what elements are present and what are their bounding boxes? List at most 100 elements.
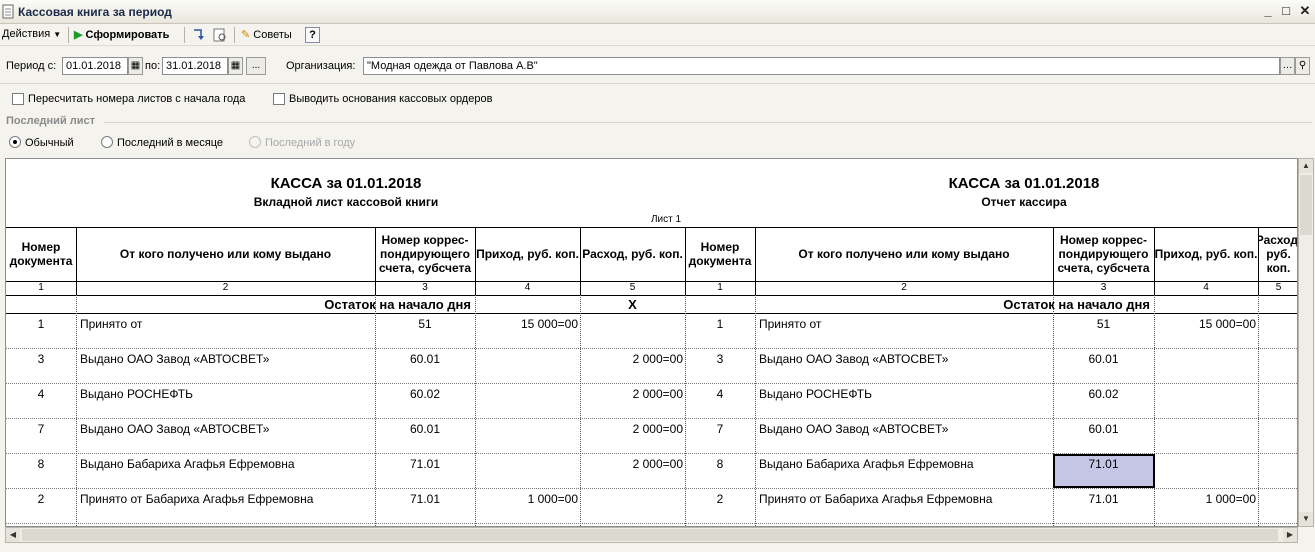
organization-select-button[interactable]: … xyxy=(1280,57,1295,75)
period-select-button[interactable]: ... xyxy=(246,57,266,75)
right-header-2: От кого получено или кому выдано xyxy=(798,247,1010,261)
left-row-doc: 1 xyxy=(37,317,45,331)
right-row-doc: 2 xyxy=(716,492,724,506)
period-to-input[interactable]: 31.01.2018 xyxy=(162,57,228,75)
play-icon: ▶ xyxy=(74,29,83,41)
left-row-doc: 7 xyxy=(37,422,45,436)
grid-line xyxy=(6,418,1297,419)
report-spreadsheet[interactable]: КАССА за 01.01.2018 Вкладной лист кассов… xyxy=(5,158,1298,527)
horizontal-scrollbar[interactable]: ◀ ▶ xyxy=(5,527,1298,543)
right-row-doc: 3 xyxy=(716,352,724,366)
left-colnum-5: 5 xyxy=(629,282,636,293)
grid-line xyxy=(580,295,581,526)
window-title: Кассовая книга за период xyxy=(18,5,172,19)
left-colnum-4: 4 xyxy=(524,282,531,293)
left-row-who: Выдано ОАО Завод «АВТОСВЕТ» xyxy=(80,422,270,436)
grid-line xyxy=(6,348,1297,349)
report-grid: Номер документа 1 От кого получено или ком… xyxy=(6,159,1298,526)
chevron-down-icon: ▼ xyxy=(53,30,62,39)
radio-last-month[interactable] xyxy=(101,136,113,148)
left-header-3: Номер коррес-пондирующего счета, субсчет… xyxy=(378,233,472,275)
left-header-5: Расход, руб. коп. xyxy=(582,247,683,261)
refresh-icon[interactable] xyxy=(191,27,207,43)
left-opening-label: Остаток на начало дня xyxy=(324,297,471,312)
grid-line xyxy=(6,295,1297,296)
scroll-thumb[interactable] xyxy=(22,529,1278,541)
right-colnum-4: 4 xyxy=(1203,282,1209,293)
left-row-out: 2 000=00 xyxy=(632,422,683,436)
window-titlebar: Кассовая книга за период _ □ ✕ xyxy=(0,0,1315,24)
radio-last-month-label: Последний в месяце xyxy=(117,137,223,149)
period-from-input[interactable]: 01.01.2018 xyxy=(62,57,128,75)
lightbulb-icon: ✎ xyxy=(241,29,251,41)
selected-cell-value: 71.01 xyxy=(1088,457,1119,471)
right-row-doc: 1 xyxy=(716,317,724,331)
document-icon xyxy=(2,4,14,19)
scroll-thumb[interactable] xyxy=(1300,175,1312,235)
left-row-out: 2 000=00 xyxy=(632,457,683,471)
radio-last-year-label: Последний в году xyxy=(265,137,356,149)
right-colnum-5: 5 xyxy=(1275,282,1282,293)
left-row-acc: 71.01 xyxy=(409,492,441,506)
organization-input[interactable]: "Модная одежда от Павлова А.В" xyxy=(363,57,1280,75)
right-row-in: 15 000=00 xyxy=(1198,317,1256,331)
right-header-5: Расход, руб. коп. xyxy=(1258,233,1298,275)
scroll-left-icon[interactable]: ◀ xyxy=(6,528,20,542)
vertical-scrollbar[interactable]: ▲ ▼ xyxy=(1298,158,1314,527)
organization-label: Организация: xyxy=(286,60,356,72)
grid-line xyxy=(76,295,77,526)
left-row-who: Выдано ОАО Завод «АВТОСВЕТ» xyxy=(80,352,270,366)
toolbar: Действия ▼ ▶ Сформировать ✎ Советы ? xyxy=(0,24,1315,46)
left-row-acc: 51 xyxy=(418,317,432,331)
print-preview-icon[interactable] xyxy=(212,27,228,43)
generate-button[interactable]: ▶ Сформировать xyxy=(74,28,169,41)
scroll-right-icon[interactable]: ▶ xyxy=(1283,528,1297,542)
left-colnum-3: 3 xyxy=(422,282,428,293)
right-row-acc: 51 xyxy=(1096,317,1111,331)
left-row-out: 2 000=00 xyxy=(632,352,683,366)
basis-label: Выводить основания кассовых ордеров xyxy=(289,93,493,105)
grid-line xyxy=(1258,295,1259,526)
search-icon[interactable]: ⚲ xyxy=(1295,57,1310,75)
recalc-label: Пересчитать номера листов с начала года xyxy=(28,93,246,105)
minimize-button[interactable]: _ xyxy=(1259,3,1277,19)
right-row-who: Принято от xyxy=(759,317,822,331)
left-header-1: Номер документа xyxy=(9,240,73,268)
grid-line xyxy=(6,488,1297,489)
help-button[interactable]: ? xyxy=(305,27,320,43)
calendar-icon[interactable]: ▦ xyxy=(228,57,243,75)
radio-normal[interactable] xyxy=(9,136,21,148)
right-row-who: Выдано Бабариха Агафья Ефремовна xyxy=(759,457,974,471)
toolbar-separator xyxy=(68,27,69,43)
left-row-doc: 3 xyxy=(37,352,45,366)
left-row-who: Выдано РОСНЕФТЬ xyxy=(80,387,194,401)
recalc-checkbox[interactable] xyxy=(12,93,24,105)
calendar-icon[interactable]: ▦ xyxy=(128,57,143,75)
left-opening-x: X xyxy=(628,297,637,312)
scroll-up-icon[interactable]: ▲ xyxy=(1299,159,1313,173)
basis-checkbox[interactable] xyxy=(273,93,285,105)
right-opening-label: Остаток на начало дня xyxy=(1003,297,1150,312)
close-button[interactable]: ✕ xyxy=(1296,3,1314,19)
last-sheet-label: Последний лист xyxy=(6,115,96,127)
left-row-acc: 60.01 xyxy=(409,422,441,436)
right-colnum-3: 3 xyxy=(1100,282,1107,293)
maximize-button[interactable]: □ xyxy=(1277,3,1295,19)
scroll-down-icon[interactable]: ▼ xyxy=(1299,512,1313,526)
grid-line xyxy=(755,295,756,526)
right-row-in: 1 000=00 xyxy=(1205,492,1256,506)
actions-menu[interactable]: Действия ▼ xyxy=(2,28,61,40)
grid-line xyxy=(6,313,1297,314)
left-row-acc: 60.02 xyxy=(409,387,441,401)
left-header-2: От кого получено или кому выдано xyxy=(119,247,332,261)
right-colnum-1: 1 xyxy=(717,282,723,293)
right-row-who: Выдано ОАО Завод «АВТОСВЕТ» xyxy=(759,422,949,436)
radio-normal-label: Обычный xyxy=(25,137,74,149)
left-row-out: 2 000=00 xyxy=(632,387,683,401)
divider xyxy=(104,122,1312,123)
period-from-label: Период с: xyxy=(6,60,57,72)
generate-label: Сформировать xyxy=(85,29,170,41)
tips-button[interactable]: ✎ Советы xyxy=(241,28,292,41)
divider xyxy=(0,83,1315,84)
right-header-1: Номер документа xyxy=(688,240,752,268)
